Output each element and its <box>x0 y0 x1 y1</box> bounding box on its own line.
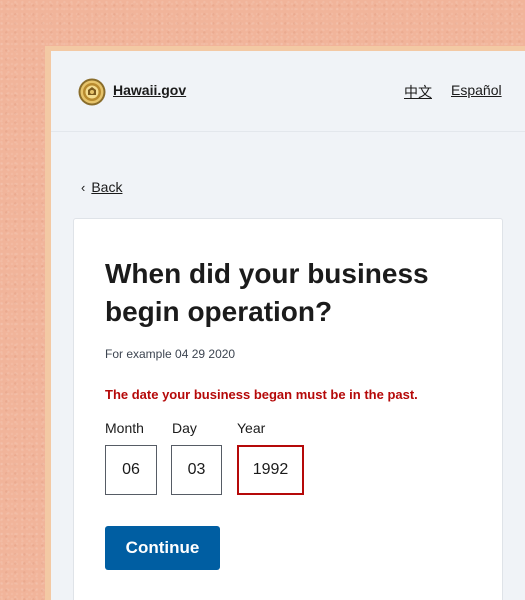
day-label: Day <box>172 420 197 436</box>
error-message: The date your business began must be in … <box>105 387 418 402</box>
month-input[interactable] <box>105 445 157 495</box>
day-input[interactable] <box>171 445 222 495</box>
language-link-chinese[interactable]: 中文 <box>404 82 432 102</box>
year-label: Year <box>237 420 266 436</box>
back-label: Back <box>91 179 123 195</box>
back-link[interactable]: ‹ Back <box>81 179 122 195</box>
chevron-left-icon: ‹ <box>81 180 86 195</box>
page-title: When did your business begin operation? <box>105 258 429 327</box>
date-hint: For example 04 29 2020 <box>105 347 236 361</box>
page-viewport: Hawaii.gov 中文 Español ‹ Back When did you… <box>51 51 525 600</box>
form-card: When did your business begin operation? … <box>73 218 503 600</box>
language-link-spanish[interactable]: Español <box>451 82 502 98</box>
site-header: Hawaii.gov 中文 Español <box>51 51 525 132</box>
hawaii-gov-link[interactable]: Hawaii.gov <box>113 82 186 98</box>
continue-button[interactable]: Continue <box>105 526 220 570</box>
month-label: Month <box>105 420 144 436</box>
hawaii-seal-icon <box>78 78 106 106</box>
year-input[interactable] <box>237 445 304 495</box>
